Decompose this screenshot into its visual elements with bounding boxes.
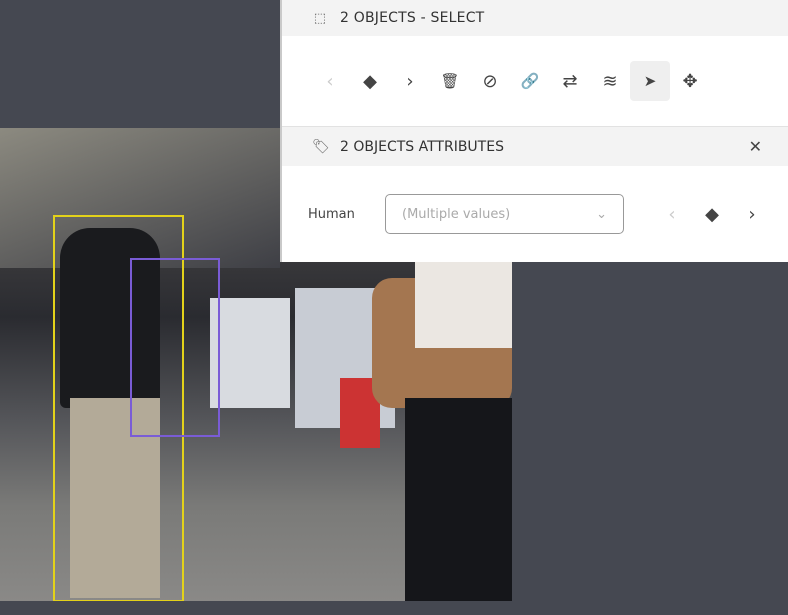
link-icon[interactable]: 🔗 <box>510 61 550 101</box>
toolbar: ‹ ◆ › 🗑 ⊘ 🔗 ⇄ ≋ ➤ ✥ <box>282 36 788 126</box>
person-right <box>405 398 512 601</box>
select-placeholder: (Multiple values) <box>402 206 511 222</box>
attributes-title: 2 OBJECTS ATTRIBUTES <box>340 138 504 155</box>
hide-icon[interactable]: ⊘ <box>470 61 510 101</box>
select-header: ⬚ 2 OBJECTS - SELECT <box>282 0 788 36</box>
close-icon[interactable]: ✕ <box>749 137 762 156</box>
keyframe-diamond-button[interactable]: ◆ <box>350 61 390 101</box>
select-title: 2 OBJECTS - SELECT <box>340 10 485 26</box>
move-icon[interactable]: ✥ <box>670 61 710 101</box>
object-panel: ⬚ 2 OBJECTS - SELECT ‹ ◆ › 🗑 ⊘ 🔗 ⇄ ≋ ➤ ✥… <box>280 0 788 262</box>
attr-keyframe-button[interactable]: ◆ <box>692 194 732 234</box>
swap-icon[interactable]: ⇄ <box>550 61 590 101</box>
selection-icon: ⬚ <box>313 10 327 26</box>
select-cursor-icon[interactable]: ➤ <box>630 61 670 101</box>
attr-next-keyframe-button[interactable]: › <box>732 194 772 234</box>
attribute-select[interactable]: (Multiple values) ⌄ <box>385 194 624 234</box>
delete-icon[interactable]: 🗑 <box>430 61 470 101</box>
white-sleeve <box>415 258 512 348</box>
tag-icon: 🏷 <box>312 138 330 155</box>
attribute-label: Human <box>308 206 355 222</box>
attributes-header: 🏷 2 OBJECTS ATTRIBUTES ✕ <box>282 126 788 166</box>
next-keyframe-button[interactable]: › <box>390 61 430 101</box>
chevron-down-icon: ⌄ <box>596 206 607 222</box>
shop-window <box>210 298 290 408</box>
layers-icon[interactable]: ≋ <box>590 61 630 101</box>
attr-prev-keyframe-button[interactable]: ‹ <box>652 194 692 234</box>
bounding-box-purple[interactable] <box>130 258 220 437</box>
attribute-row: Human (Multiple values) ⌄ ‹ ◆ › <box>282 166 788 262</box>
prev-keyframe-button[interactable]: ‹ <box>310 61 350 101</box>
